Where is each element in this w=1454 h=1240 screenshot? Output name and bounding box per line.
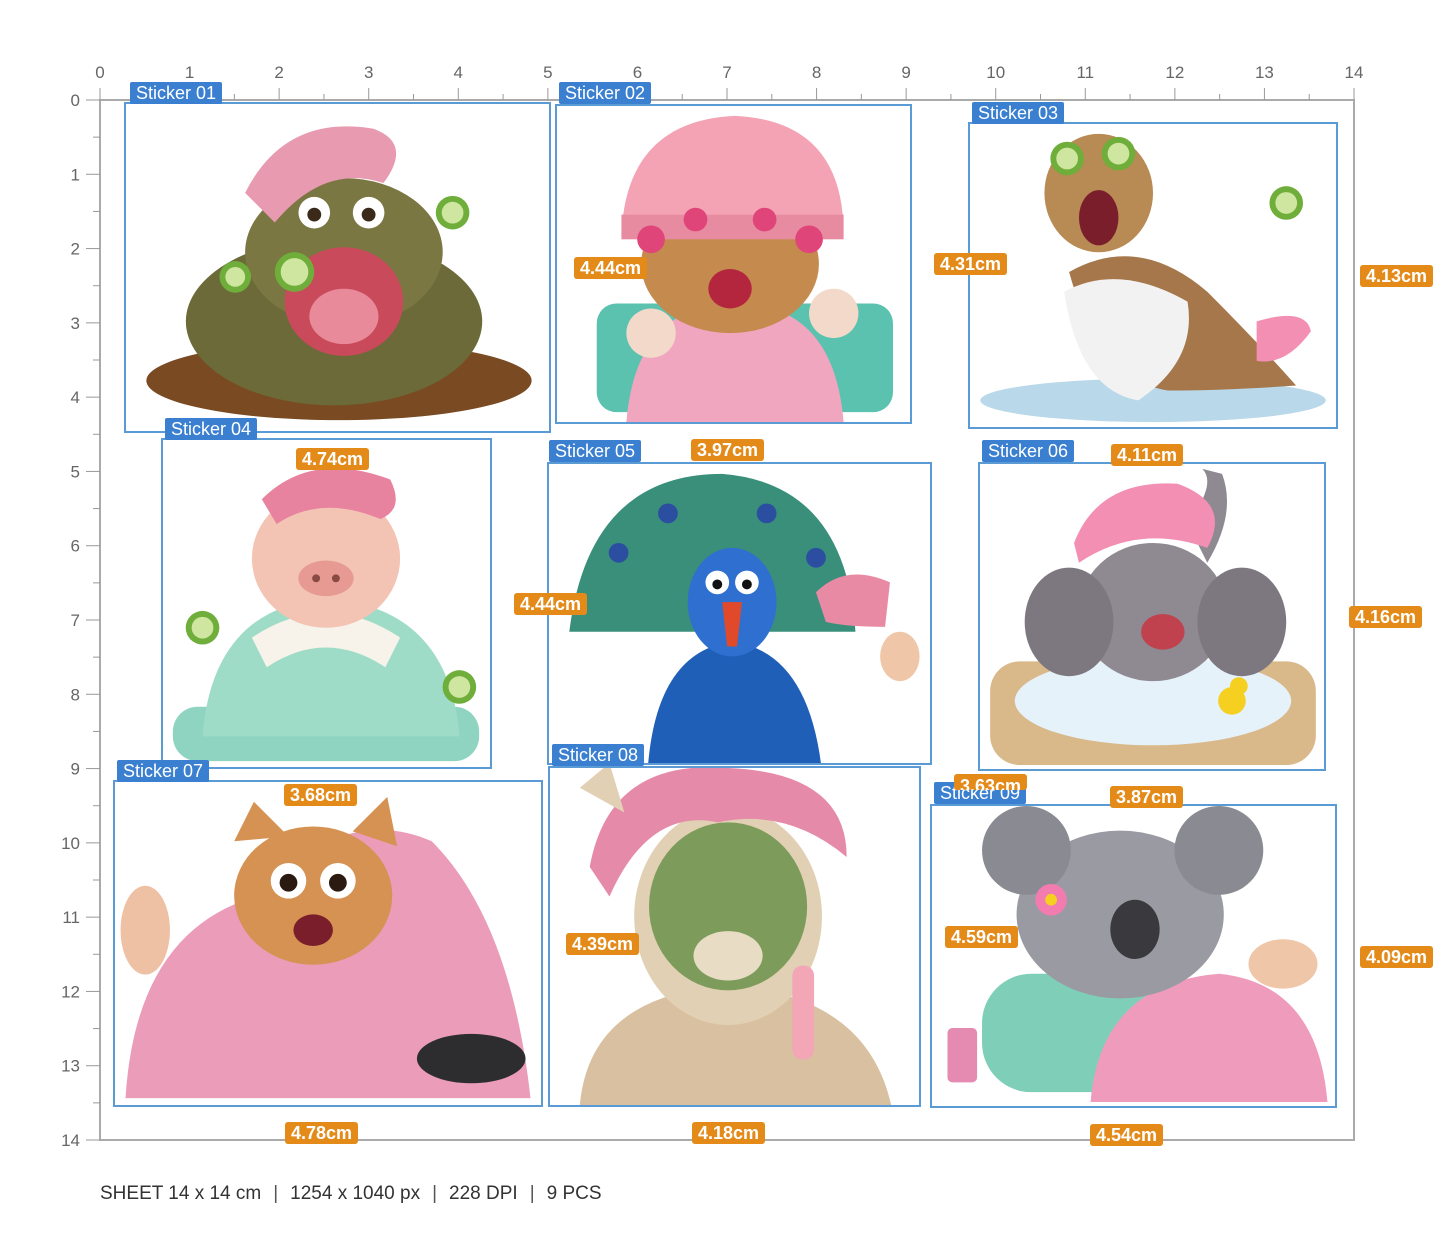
sticker-06-width-label: 3.87cm (1110, 786, 1184, 808)
ruler-tick-label: 12 (61, 982, 80, 1001)
y-ruler: 01234567891011121314 (61, 91, 100, 1150)
row-3-height-label: 4.09cm (1360, 946, 1434, 968)
peacock-icon (569, 473, 920, 763)
ruler-tick-label: 4 (454, 63, 463, 82)
sticker-08-width-label: 4.18cm (692, 1122, 766, 1144)
sticker-04-tag: Sticker 04 (165, 418, 258, 440)
sticker-03-frame[interactable]: Sticker 03 (968, 102, 1338, 429)
ruler-tick-label: 7 (71, 611, 80, 630)
ruler-tick-label: 1 (185, 63, 194, 82)
ruler-tick-label: 3 (364, 63, 373, 82)
footer-separator: | (273, 1183, 279, 1204)
sticker-01-frame[interactable]: Sticker 01 (124, 82, 551, 433)
row-1-height-label: 4.13cm (1360, 265, 1434, 287)
sticker-03-height-label: 4.31cm (934, 253, 1008, 275)
sticker-05-height-label: 4.44cm (514, 593, 588, 615)
ruler-tick-label: 13 (1255, 63, 1274, 82)
hippo-icon (146, 126, 532, 421)
ruler-tick-label: 6 (633, 63, 642, 82)
sticker-04-width-label: 3.68cm (284, 784, 358, 806)
footer-pixels: 1254 x 1040 px (290, 1183, 421, 1204)
ruler-tick-label: 6 (71, 537, 80, 556)
sticker-03-tag: Sticker 03 (972, 102, 1065, 124)
sticker-07-frame[interactable]: Sticker 07 (113, 760, 543, 1107)
pig-icon (172, 468, 480, 762)
x-ruler: 0 1 2 3 4 5 6 7 8 9 10 11 12 13 14 (95, 63, 1363, 100)
ruler-tick-label: 1 (71, 165, 80, 184)
ruler-tick-label: 13 (61, 1057, 80, 1076)
sticker-02-tag: Sticker 02 (559, 82, 652, 104)
ruler-tick-label: 8 (812, 63, 821, 82)
sticker-01-tag: Sticker 01 (130, 82, 223, 104)
chihuahua-icon (120, 796, 531, 1099)
ruler-tick-label: 11 (62, 908, 80, 927)
sticker-04-frame[interactable]: Sticker 04 (161, 418, 492, 769)
sticker-05-tag: Sticker 05 (549, 440, 642, 462)
ruler-tick-label: 9 (71, 760, 80, 779)
koala-icon (947, 806, 1328, 1103)
sticker-06-tag: Sticker 06 (982, 440, 1075, 462)
sheet-footer: SHEET 14 x 14 cm | 1254 x 1040 px | 228 DPI |… (100, 1183, 602, 1205)
sticker-sheet: 0 1 2 3 4 5 6 7 8 9 10 11 12 13 14 0 1 2 3 4 5 6 7 8 9 10 11 12 13 1… (0, 0, 1454, 1240)
ruler-tick-label: 3 (71, 314, 80, 333)
ruler-tick-label: 0 (95, 63, 104, 82)
sticker-09-width-label: 4.54cm (1090, 1124, 1164, 1146)
footer-separator: | (529, 1183, 535, 1204)
ruler-tick-label: 2 (274, 63, 283, 82)
partial-dimension-label: 3.63cm (954, 774, 1028, 790)
sticker-09-height-label: 4.59cm (945, 926, 1019, 948)
ruler-tick-label: 14 (61, 1131, 80, 1150)
sticker-05-frame[interactable]: Sticker 05 (547, 440, 932, 765)
ruler-tick-label: 11 (1076, 63, 1094, 82)
footer-count: 9 PCS (546, 1183, 602, 1204)
ruler-tick-label: 10 (61, 834, 80, 853)
ruler-tick-label: 14 (1345, 63, 1364, 82)
footer-dpi: 228 DPI (449, 1183, 518, 1204)
ruler-tick-label: 12 (1165, 63, 1184, 82)
sticker-08-tag: Sticker 08 (552, 744, 645, 766)
ruler-tick-label: 4 (71, 388, 80, 407)
ruler-tick-label: 7 (722, 63, 731, 82)
footer-separator: | (432, 1183, 438, 1204)
footer-size: SHEET 14 x 14 cm (100, 1183, 262, 1204)
ruler-tick-label: 5 (71, 462, 80, 481)
sticker-02-width-label: 3.97cm (691, 439, 765, 461)
ruler-tick-label: 5 (543, 63, 552, 82)
ruler-tick-label: 10 (986, 63, 1005, 82)
elephant-icon (990, 468, 1316, 766)
sticker-03-width-label: 4.11cm (1111, 444, 1184, 466)
ruler-tick-label: 2 (71, 240, 80, 259)
ruler-tick-label: 9 (901, 63, 910, 82)
ruler-tick-label: 0 (71, 91, 80, 110)
sticker-08-height-label: 4.39cm (566, 933, 640, 955)
sticker-02-height-label: 4.44cm (574, 257, 648, 279)
sticker-06-frame[interactable]: Sticker 06 (978, 440, 1326, 771)
sticker-09-frame[interactable]: Sticker 09 (930, 782, 1337, 1108)
sticker-06-height-label: 4.16cm (1349, 606, 1423, 628)
sticker-07-width-label: 4.78cm (285, 1122, 359, 1144)
lemur-icon (980, 133, 1326, 423)
sticker-01-width-label: 4.74cm (296, 448, 370, 470)
ruler-tick-label: 8 (71, 685, 80, 704)
sticker-07-tag: Sticker 07 (117, 760, 210, 782)
